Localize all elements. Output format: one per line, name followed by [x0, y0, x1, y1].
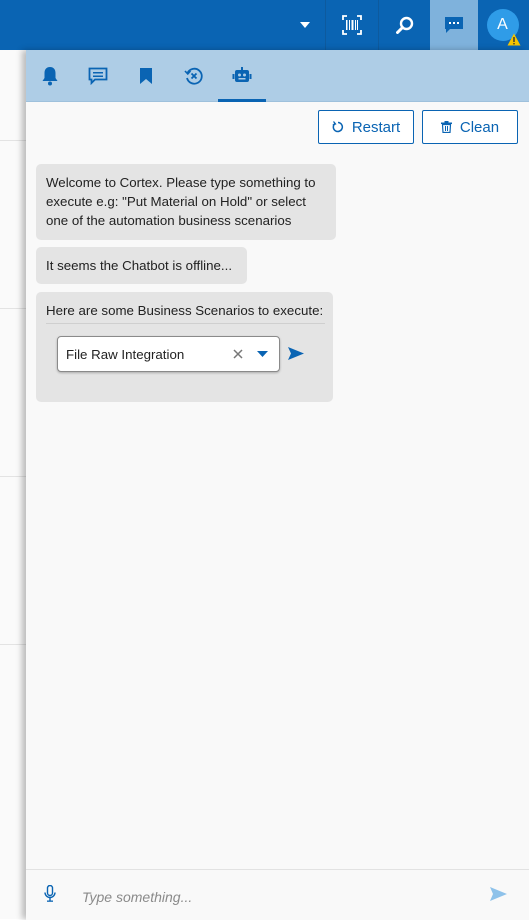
welcome-line: execute e.g: "Put Material on Hold" or s… — [46, 194, 306, 209]
search-button[interactable] — [379, 0, 430, 50]
barcode-scan-icon — [342, 15, 362, 35]
welcome-line: one of the automation business scenarios — [46, 213, 292, 228]
chevron-down-icon[interactable] — [257, 351, 268, 357]
restart-icon — [332, 121, 343, 133]
chat-icon — [445, 17, 463, 33]
active-tab-indicator — [218, 99, 266, 102]
chat-input[interactable] — [80, 886, 464, 908]
scenario-select[interactable]: File Raw Integration — [57, 336, 280, 372]
microphone-icon[interactable] — [44, 885, 56, 902]
avatar-initial: A — [497, 16, 508, 33]
caret-down-icon — [300, 22, 310, 28]
chat-button[interactable] — [430, 0, 478, 50]
bell-icon — [42, 66, 58, 85]
bot-message-welcome: Welcome to Cortex. Please type something… — [36, 164, 336, 240]
side-panel: Restart Clean Welcome to Cortex. Please … — [26, 50, 529, 920]
robot-icon — [232, 66, 252, 82]
clean-button[interactable]: Clean — [422, 110, 518, 144]
scenarios-title: Here are some Business Scenarios to exec… — [46, 301, 325, 324]
message-icon — [88, 67, 108, 85]
bookmark-icon — [140, 67, 152, 84]
avatar: A — [486, 9, 520, 46]
welcome-line: Welcome to Cortex. Please type something… — [46, 175, 316, 190]
restart-label: Restart — [351, 118, 401, 136]
background-page — [0, 50, 26, 919]
panel-tabs — [26, 50, 529, 102]
send-icon[interactable] — [490, 887, 507, 901]
top-header: A — [0, 0, 529, 50]
clear-icon[interactable] — [233, 349, 243, 359]
history-cancel-icon — [184, 67, 203, 85]
tab-bookmarks[interactable] — [122, 50, 170, 101]
tab-history[interactable] — [170, 50, 218, 101]
bot-message-offline: It seems the Chatbot is offline... — [36, 247, 247, 284]
tab-chatbot[interactable] — [218, 50, 266, 101]
warning-icon — [507, 33, 520, 46]
tab-messages[interactable] — [74, 50, 122, 101]
chat-input-bar — [26, 869, 529, 920]
scenario-selected-value: File Raw Integration — [66, 346, 185, 362]
clean-label: Clean — [459, 118, 500, 136]
trash-icon — [440, 121, 452, 133]
dropdown-button[interactable] — [286, 0, 324, 50]
user-menu-button[interactable]: A — [480, 0, 525, 50]
search-icon — [395, 16, 413, 34]
tab-notifications[interactable] — [26, 50, 74, 101]
restart-button[interactable]: Restart — [318, 110, 414, 144]
offline-text: It seems the Chatbot is offline... — [46, 258, 233, 273]
send-scenario-icon[interactable] — [288, 347, 304, 360]
barcode-button[interactable] — [326, 0, 378, 50]
bot-message-scenarios: Here are some Business Scenarios to exec… — [36, 292, 333, 402]
